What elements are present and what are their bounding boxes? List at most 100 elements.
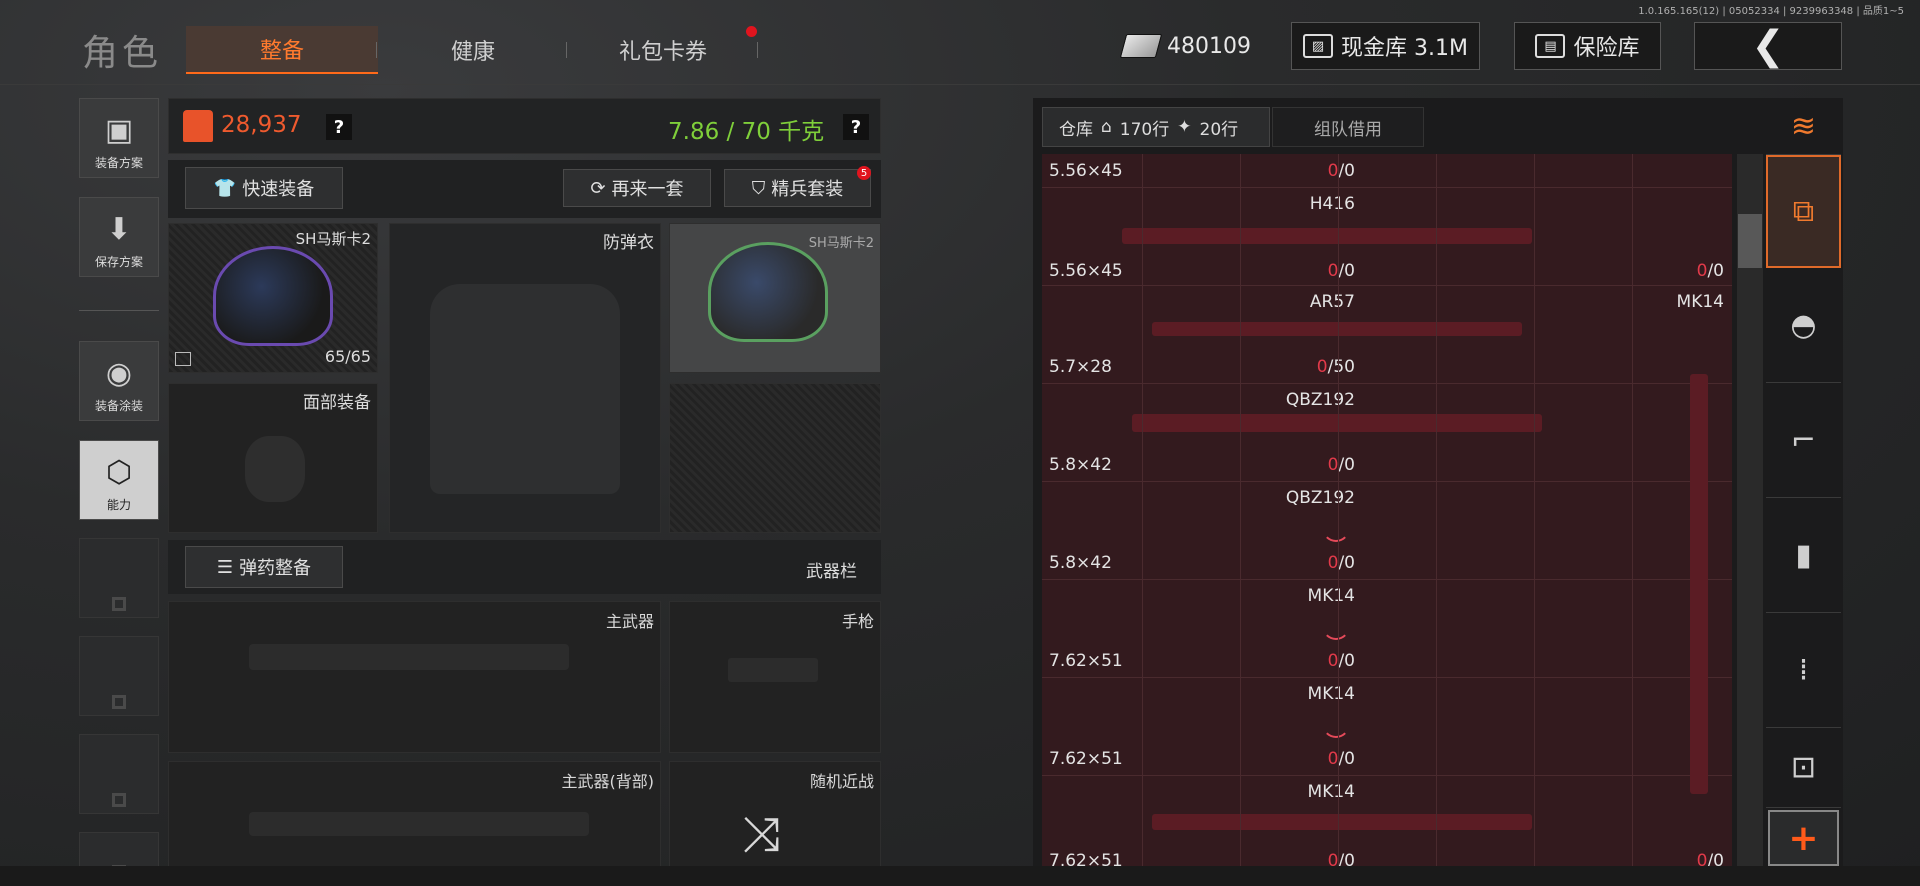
bullets-icon: ⁞ (1798, 652, 1809, 688)
count-max: 0 (1344, 749, 1355, 769)
ammo-type: 5.56×45 (1049, 261, 1123, 281)
back-button[interactable]: ❮ (1694, 22, 1842, 70)
weight-help-icon[interactable]: ? (843, 114, 869, 140)
sidebar-item-ability[interactable]: ⬡ 能力 (79, 440, 159, 520)
nav-rifle[interactable]: ⌐ (1766, 383, 1841, 498)
ammo-count: 0/0 (1327, 455, 1355, 475)
nav-magazine[interactable]: ▮ (1766, 498, 1841, 613)
home-icon: ⌂ (1101, 117, 1112, 137)
tab-gifts[interactable]: 礼包卡券 (568, 26, 758, 74)
safe-button[interactable]: ▤ 保险库 (1514, 22, 1661, 70)
ammo-type: 5.8×42 (1049, 455, 1112, 475)
nav-scope[interactable]: ⊡ (1766, 728, 1841, 808)
loadout-value: 28,937 (221, 112, 302, 138)
money-display: 480109 (1119, 22, 1253, 70)
vault-icon: ▨ (1303, 34, 1334, 58)
vest-icon (430, 284, 620, 494)
list-item[interactable]: MK14 7.62×51 0/0 (1042, 580, 1732, 678)
weapon-name-side: MK14 (1676, 292, 1724, 312)
again-label: 再来一套 (611, 179, 684, 200)
tab-prepare[interactable]: 整备 (186, 26, 378, 74)
weight-display: 7.86 / 70 千克 (668, 119, 825, 145)
empty-slot (669, 383, 881, 533)
list-item[interactable]: QBZ192 5.8×42 0/0 (1042, 384, 1732, 482)
nav-helmet[interactable]: ◓ (1766, 268, 1841, 383)
ammo-prep-button[interactable]: ☰ 弹药整备 (185, 546, 343, 588)
sidebar-item-label: 保存方案 (94, 255, 143, 269)
helmet-skin-slot[interactable]: SH马斯卡2 (669, 223, 881, 373)
tab-label: 礼包卡券 (618, 40, 707, 65)
vest-value-icon (183, 110, 213, 142)
face-slot[interactable]: 面部装备 (168, 383, 378, 533)
item-box-icon (175, 352, 191, 366)
grid-line (1338, 154, 1339, 886)
cash-vault-label: 现金库 3.1M (1341, 36, 1468, 61)
value-help-icon[interactable]: ? (326, 114, 352, 140)
tab-label: 整备 (259, 39, 304, 64)
rifle-icon (1152, 814, 1532, 830)
scope-icon: ⊡ (1790, 750, 1817, 785)
vest-icon: ▣ (104, 113, 134, 148)
warehouse-grid: 5.56×45 0/0 H416 5.56×45 0/0 0/0 AR57 MK… (1042, 154, 1732, 886)
scrollbar-thumb[interactable] (1738, 214, 1762, 268)
ammo-type: 5.7×28 (1049, 357, 1112, 377)
loading-spinner-icon (1322, 612, 1350, 640)
pistol-label: 手枪 (841, 612, 874, 631)
count-max: 0 (1344, 553, 1355, 573)
list-item[interactable]: H416 5.56×45 0/0 0/0 (1042, 188, 1732, 286)
count-current: 0 (1327, 455, 1339, 475)
tab-warehouse[interactable]: 仓库 ⌂ 170行 ✦ 20行 (1042, 107, 1270, 147)
weapon-name: QBZ192 (1285, 390, 1355, 410)
count-max: 0 (1344, 261, 1355, 281)
ammo-type: 5.8×42 (1049, 553, 1112, 573)
pistol-slot[interactable]: 手枪 (669, 601, 881, 753)
page-title: 角色 (82, 33, 163, 74)
header-divider (0, 84, 1920, 85)
tab-divider (566, 42, 567, 58)
sidebar-item-loadout-plan[interactable]: ▣ 装备方案 (79, 98, 159, 178)
list-item[interactable]: MK14 7.62×51 0/0 (1042, 678, 1732, 776)
list-item[interactable]: QBZ192 5.8×42 0/0 (1042, 482, 1732, 580)
nav-layers-refresh[interactable]: ≋ (1766, 98, 1841, 155)
melee-label: 随机近战 (809, 772, 874, 791)
cash-vault-button[interactable]: ▨ 现金库 3.1M (1291, 22, 1480, 70)
weapon-name: QBZ192 (1285, 488, 1355, 508)
rifle-icon (1152, 322, 1522, 336)
elite-label: 精兵套装 (771, 179, 844, 200)
primary-weapon-slot[interactable]: 主武器 (168, 601, 661, 753)
nav-layers-import[interactable]: ⧉ (1766, 155, 1841, 268)
grid-line (1534, 154, 1535, 886)
elite-set-button[interactable]: ⛉ 精兵套装 (724, 169, 871, 207)
count-current: 0 (1327, 749, 1339, 769)
add-button[interactable]: + (1768, 810, 1839, 866)
count-max: 0 (1344, 651, 1355, 671)
elite-badge: 5 (857, 166, 871, 180)
safe-label: 保险库 (1573, 36, 1640, 61)
list-item[interactable]: MK14 7.62×51 0/0 0/0 (1042, 776, 1732, 874)
sidebar-item-save-plan[interactable]: ⬇ 保存方案 (79, 197, 159, 277)
sniper-rifle-icon (1690, 374, 1708, 794)
ticket-icon: ✦ (1177, 117, 1192, 137)
sidebar-item-skin[interactable]: ◉ 装备涂装 (79, 341, 159, 421)
quick-equip-button[interactable]: 👕 快速装备 (185, 167, 343, 209)
helmet-image (708, 242, 828, 342)
ammo-count-extra: 0/0 (1696, 261, 1724, 281)
tab-team-borrow[interactable]: 组队借用 (1272, 107, 1424, 147)
list-item[interactable]: AR57 MK14 5.7×28 0/50 (1042, 286, 1732, 384)
ammo-count: 0/50 (1316, 357, 1355, 377)
again-button[interactable]: ⟳ 再来一套 (563, 169, 711, 207)
rifle-icon (249, 644, 569, 670)
notification-dot (746, 26, 757, 37)
rifle-icon (1132, 414, 1542, 432)
rifle-icon (249, 812, 589, 836)
list-item[interactable]: 5.56×45 0/0 (1042, 154, 1732, 188)
tab-health[interactable]: 健康 (378, 26, 568, 74)
count-current: 0 (1696, 261, 1708, 281)
helmet-slot[interactable]: SH马斯卡2 65/65 (168, 223, 378, 373)
lightning-hex-icon: ⬡ (105, 455, 133, 490)
nav-bullets[interactable]: ⁞ (1766, 613, 1841, 728)
tab-label: 健康 (450, 40, 495, 65)
refresh-icon: ⟳ (590, 177, 606, 199)
armor-slot[interactable]: 防弹衣 (389, 223, 661, 533)
grid-line (1436, 154, 1437, 886)
